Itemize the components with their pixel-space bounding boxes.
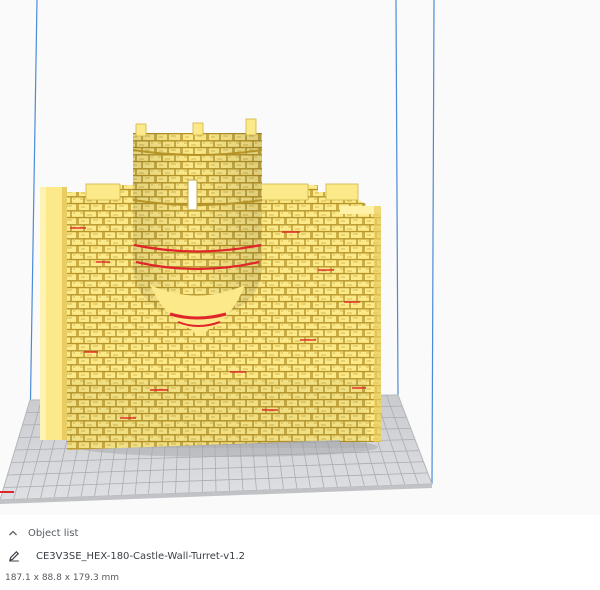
object-list-toggle[interactable]: Object list (0, 523, 600, 543)
chevron-up-icon[interactable] (6, 526, 20, 540)
pencil-icon[interactable] (6, 548, 22, 564)
object-list-label: Object list (28, 527, 79, 539)
scene-canvas[interactable] (0, 0, 600, 515)
object-name[interactable]: CE3V3SE_HEX-180-Castle-Wall-Turret-v1.2 (36, 551, 245, 562)
object-panel: Object list CE3V3SE_HEX-180-Castle-Wall-… (0, 515, 600, 590)
object-dimensions-row: 187.1 x 88.8 x 179.3 mm (0, 570, 600, 586)
3d-viewport[interactable] (0, 0, 600, 515)
object-dimensions: 187.1 x 88.8 x 179.3 mm (5, 573, 120, 583)
object-name-row: CE3V3SE_HEX-180-Castle-Wall-Turret-v1.2 (0, 545, 600, 567)
castle-wall-model[interactable] (40, 118, 381, 457)
